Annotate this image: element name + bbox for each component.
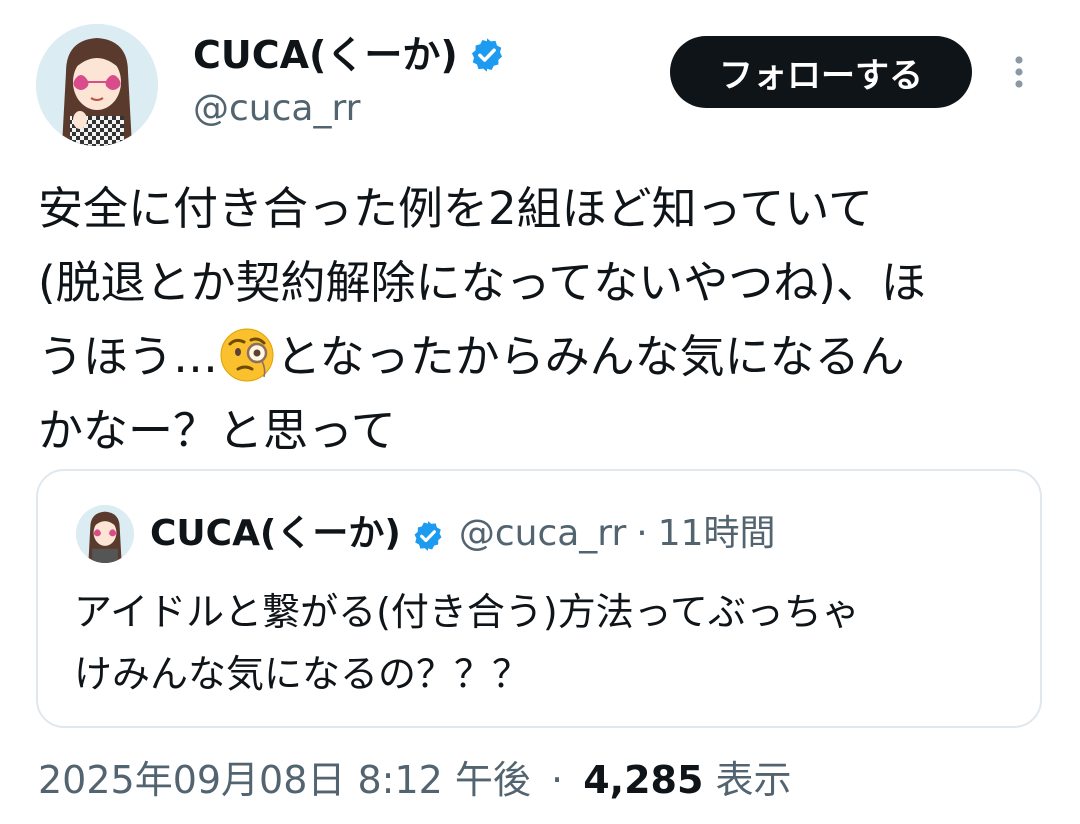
more-vertical-icon[interactable] — [1006, 52, 1032, 92]
face-with-monocle-emoji — [218, 326, 276, 384]
quoted-author-name[interactable]: CUCA(くーか) — [150, 509, 401, 559]
author-handle[interactable]: @cuca_rr — [193, 86, 360, 132]
verified-badge-icon — [411, 517, 445, 551]
footer-separator: · — [551, 758, 564, 802]
views-label: 表示 — [715, 758, 792, 802]
author-name[interactable]: CUCA(くーか) — [193, 30, 506, 80]
quoted-tweet[interactable]: CUCA(くーか) @cuca_rr · 11時間 アイドルと繋がる(付き合う)… — [36, 469, 1042, 728]
views-count: 4,285 — [583, 758, 704, 802]
tweet-timestamp[interactable]: 2025年09月08日 8:12 午後 — [38, 758, 531, 802]
quoted-time-ago[interactable]: 11時間 — [658, 509, 776, 559]
author-display-name: CUCA(くーか) — [193, 33, 458, 77]
meta-separator: · — [636, 513, 648, 554]
avatar-illustration — [76, 505, 134, 563]
quoted-author-handle[interactable]: @cuca_rr — [459, 509, 626, 559]
quoted-tweet-text: アイドルと繋がる(付き合う)方法ってぶっちゃ けみんな気になるの？？？ — [74, 590, 860, 696]
tweet-footer: 2025年09月08日 8:12 午後 · 4,285 表示 — [38, 752, 792, 808]
tweet-text: 安全に付き合った例を2組ほど知っていて (脱退とか契約解除になってないやつね)、… — [38, 172, 1058, 468]
avatar-illustration — [36, 24, 158, 146]
quoted-author-avatar[interactable] — [76, 505, 134, 563]
quoted-tweet-header: CUCA(くーか) @cuca_rr · 11時間 — [150, 509, 776, 559]
follow-button[interactable]: フォローする — [670, 36, 972, 108]
verified-badge-icon — [468, 36, 506, 74]
author-avatar[interactable] — [36, 24, 158, 146]
